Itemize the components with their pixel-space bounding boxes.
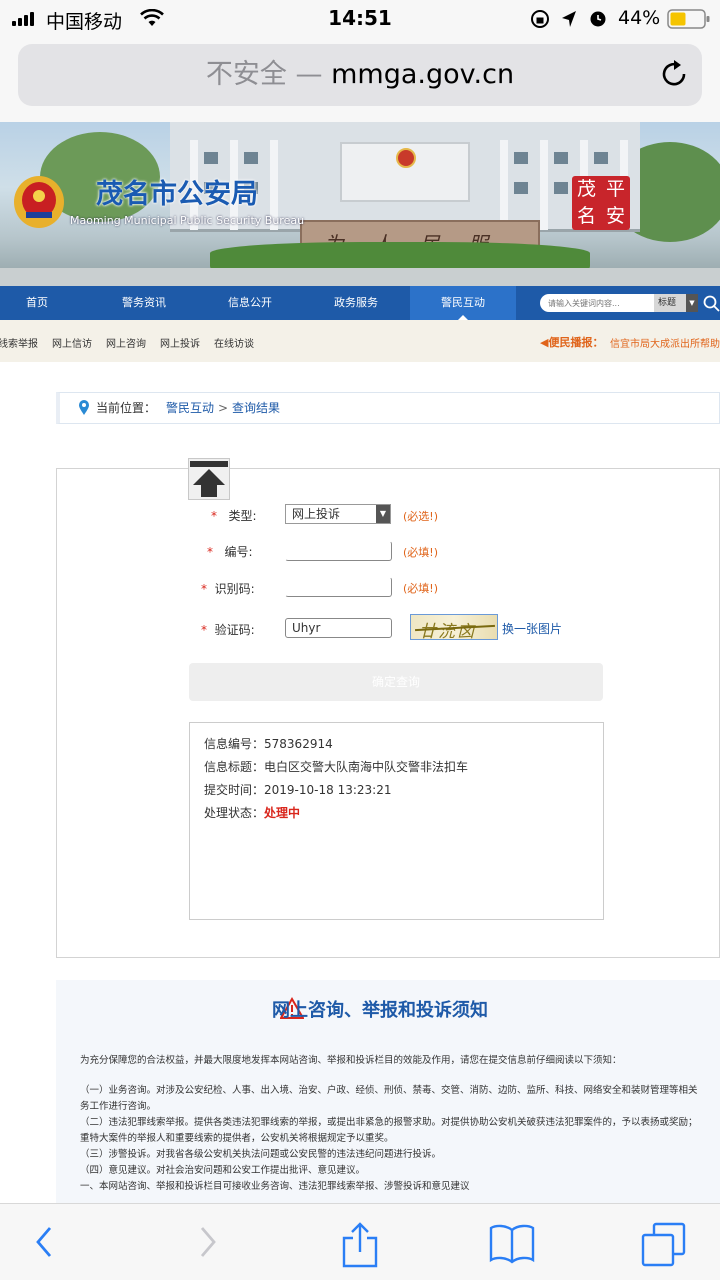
arrow-up-icon (190, 461, 228, 497)
result-info-no: 信息编号：578362914 (204, 737, 333, 751)
id-row: * 编号: (207, 545, 253, 559)
nav-info-disclosure[interactable]: 信息公开 (198, 286, 302, 320)
subnav-online-complaint[interactable]: 网上投诉 (160, 335, 200, 350)
id-required-hint: (必填!) (403, 546, 438, 559)
result-submit-time: 提交时间：2019-10-18 13:23:21 (204, 783, 392, 797)
breadcrumb-query-result[interactable]: 查询结果 (232, 393, 280, 423)
captcha-input[interactable]: Uhyr (285, 618, 392, 638)
subnav-online-consult[interactable]: 网上咨询 (106, 335, 146, 350)
url-domain: mmga.gov.cn (331, 59, 515, 90)
site-search-input[interactable] (540, 294, 654, 312)
notice-item: （三）涉警投诉。对我省各级公安机关执法问题或公安民警的违法违纪问题进行投诉。 (80, 1149, 442, 1160)
location-icon (562, 11, 576, 27)
notice-item: （二）违法犯罪线索举报。提供各类违法犯罪线索的举报，或提出非紧急的报警求助。对提… (80, 1117, 698, 1128)
site-banner: 为人民服务 茂名市公安局 Maoming Municipal Public Se… (0, 122, 720, 286)
notice-item: 重特大案件的举报人和重要线索的提供者，公安机关将根据规定予以重奖。 (80, 1133, 394, 1144)
captcha-row: * 验证码: (201, 623, 255, 637)
main-nav: 首页 警务资讯 信息公开 政务服务 警民互动 标题▼ (0, 286, 720, 320)
breadcrumb-separator: > (218, 401, 229, 415)
forward-icon[interactable] (192, 1222, 222, 1262)
police-emblem-icon (14, 176, 64, 228)
orientation-lock-icon (531, 10, 549, 28)
type-select[interactable]: 网上投诉 ▼ (285, 504, 391, 524)
notice-intro: 为充分保障您的合法权益，并最大限度地发挥本网站咨询、举报和投诉栏目的效能及作用，… (80, 1055, 622, 1066)
breadcrumb: 当前位置： 警民互动 > 查询结果 (56, 392, 720, 424)
notice-item: （一）业务咨询。对涉及公安纪检、人事、出入境、治安、户政、经侦、刑侦、禁毒、交管… (80, 1085, 698, 1096)
notice-item: 一、本网站咨询、举报和投诉栏目可接收业务咨询、违法犯罪线索举报、涉警投诉和意见建… (80, 1181, 470, 1192)
nav-home[interactable]: 首页 (0, 286, 74, 320)
id-input[interactable] (285, 541, 392, 561)
battery-icon (667, 9, 710, 29)
tabs-icon[interactable] (640, 1222, 688, 1268)
nav-police-interaction[interactable]: 警民互动 (410, 286, 516, 320)
site-title: 茂名市公安局 (96, 179, 258, 210)
clock: 14:51 (328, 6, 392, 30)
subnav-online-petition[interactable]: 网上信访 (52, 335, 92, 350)
breadcrumb-label: 当前位置： (96, 401, 157, 415)
submit-query-button[interactable]: 确定查询 (189, 663, 603, 701)
query-result-box: 信息编号：578362914 信息标题：电白区交警大队南海中队交警非法扣车 提交… (189, 722, 604, 920)
type-row: * 类型: (211, 509, 257, 523)
result-title: 信息标题：电白区交警大队南海中队交警非法扣车 (204, 760, 469, 774)
code-input[interactable] (285, 577, 392, 597)
nav-police-news[interactable]: 警务资讯 (92, 286, 196, 320)
site-subtitle: Maoming Municipal Public Security Bureau (70, 214, 305, 227)
battery-percent: 44% (618, 7, 661, 29)
share-icon[interactable] (340, 1222, 380, 1270)
address-bar[interactable]: 不安全 — mmga.gov.cn (18, 44, 702, 106)
nav-gov-services[interactable]: 政务服务 (304, 286, 408, 320)
code-required-hint: (必填!) (403, 582, 438, 595)
alarm-icon (590, 11, 606, 27)
notice-item: （四）意见建议。对社会治安问题和公安工作提出批评、意见建议。 (80, 1165, 366, 1176)
subnav-online-interview[interactable]: 在线访谈 (214, 335, 254, 350)
browser-url-area: 不安全 — mmga.gov.cn (0, 40, 720, 122)
notice-item: 务工作进行咨询。 (80, 1101, 157, 1112)
refresh-captcha-link[interactable]: 换一张图片 (502, 620, 562, 637)
search-icon[interactable] (700, 292, 720, 314)
bookmarks-icon[interactable] (488, 1222, 536, 1266)
subnav-clue-report[interactable]: 线索举报 (0, 335, 38, 350)
browser-toolbar (0, 1203, 720, 1280)
back-icon[interactable] (30, 1222, 60, 1262)
status-bar: 中国移动 14:51 44% (0, 0, 720, 40)
ping-an-maoming-badge: 茂 平 名 安 (572, 176, 630, 230)
code-row: * 识别码: (201, 582, 255, 596)
result-status: 处理状态：处理中 (204, 806, 301, 820)
status-badge: 处理中 (264, 806, 301, 820)
sub-nav: 线索举报 网上信访 网上咨询 网上投诉 在线访谈 ◀便民播报： 信宜市局大成派出… (0, 320, 720, 362)
location-pin-icon (79, 400, 89, 415)
chevron-down-icon: ▼ (686, 294, 698, 312)
notice-ticker[interactable]: 信宜市局大成派出所帮助 (610, 335, 720, 350)
insecure-label: 不安全 — (205, 59, 323, 90)
captcha-image[interactable]: 廿㳘㐫 (410, 614, 498, 640)
reload-icon[interactable] (660, 58, 690, 90)
scroll-to-top-button[interactable] (188, 458, 230, 500)
chevron-down-icon: ▼ (376, 505, 390, 523)
type-required-hint: (必选!) (403, 510, 438, 523)
search-scope-select[interactable]: 标题 ▼ (654, 294, 698, 312)
notice-label: ◀便民播报： (540, 336, 604, 349)
breadcrumb-police-interaction[interactable]: 警民互动 (166, 393, 214, 423)
notice-title: 网上咨询、举报和投诉须知 (272, 1000, 488, 1021)
